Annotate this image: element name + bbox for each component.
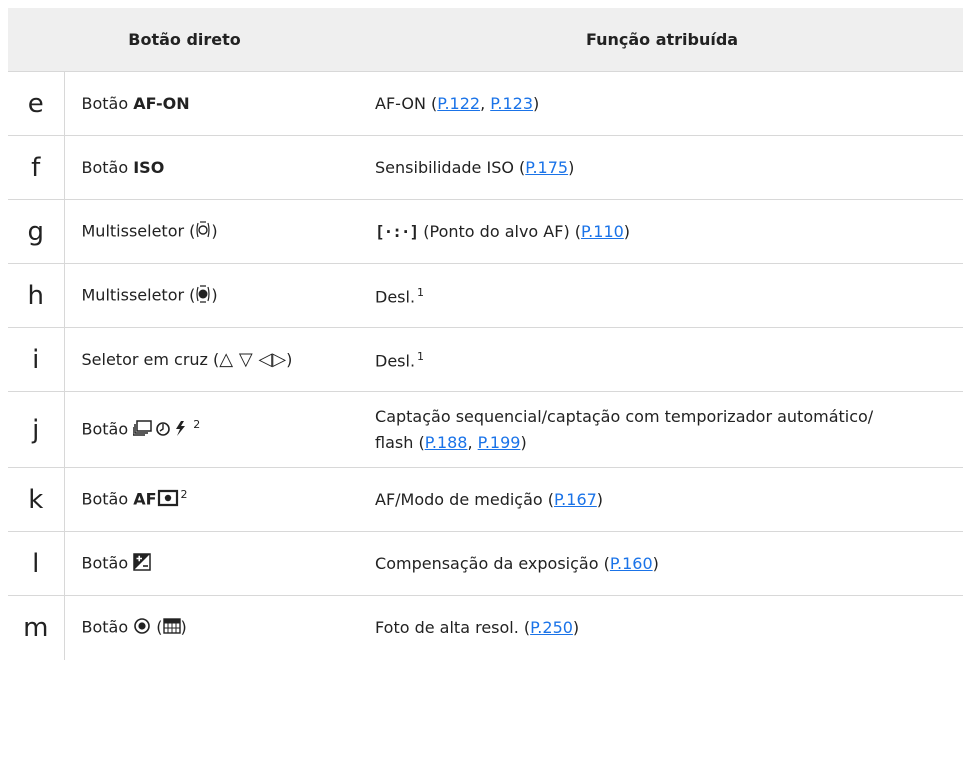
row-letter: h xyxy=(8,263,65,328)
footnote-marker: 1 xyxy=(417,286,425,300)
page-link[interactable]: P.188 xyxy=(425,433,468,452)
table-row: l Botão Compensação da exposição (P.160) xyxy=(8,531,964,596)
button-label-suffix: ) xyxy=(286,350,293,369)
button-label: Botão xyxy=(81,617,134,637)
close-paren: ) xyxy=(533,93,540,113)
page-link[interactable]: P.250 xyxy=(530,618,573,637)
page-link[interactable]: P.122 xyxy=(437,94,480,113)
exposure-compensation-icon xyxy=(133,552,151,575)
button-cell: Botão AF 2 xyxy=(64,467,362,532)
table-row: g Multisseletor () [·:·] (Ponto do alvo … xyxy=(8,199,964,264)
table-header-row: Botão direto Função atribuída xyxy=(8,8,964,72)
high-res-icon xyxy=(133,617,151,639)
button-label: Multisseletor ( xyxy=(81,221,196,240)
function-cell: Foto de alta resol. (P.250) xyxy=(361,596,963,660)
footnote-marker: 1 xyxy=(417,350,425,364)
button-label-suffix: ) xyxy=(211,221,218,240)
function-text: Desl. xyxy=(375,351,416,371)
table-row: i Seletor em cruz (△ ▽ ◁▷) Desl. 1 xyxy=(8,327,964,392)
button-label-suffix: ) xyxy=(211,285,218,304)
footnote-marker: 2 xyxy=(193,417,201,431)
button-label: Seletor em cruz ( xyxy=(81,350,220,369)
metering-icon xyxy=(157,489,179,511)
drive-selftimer-flash-icon xyxy=(132,418,191,442)
button-label: Botão xyxy=(81,489,134,509)
row-letter: f xyxy=(8,135,65,200)
table-row: f Botão ISO Sensibilidade ISO (P.175) xyxy=(8,135,964,200)
button-name: ISO xyxy=(133,158,165,177)
function-cell: Desl. 1 xyxy=(361,327,964,392)
page-link[interactable]: P.123 xyxy=(490,94,533,113)
button-cell: Multisseletor () xyxy=(64,263,362,328)
grid-icon xyxy=(162,618,181,638)
close-paren: ) xyxy=(568,157,575,177)
close-paren: ) xyxy=(596,489,604,509)
close-paren: ) xyxy=(572,617,580,637)
row-letter: l xyxy=(8,531,65,596)
button-cell: Botão () xyxy=(64,596,361,660)
af-target-icon: [·:·] xyxy=(375,221,419,241)
button-label: Multisseletor ( xyxy=(81,285,196,304)
row-letter: i xyxy=(8,327,65,392)
function-text: (Ponto do alvo AF) ( xyxy=(418,221,582,241)
function-text: AF-ON ( xyxy=(375,93,438,113)
function-text: Desl. xyxy=(375,287,416,307)
header-assigned-function: Função atribuída xyxy=(361,8,964,72)
table-row: h Multisseletor () Desl. 1 xyxy=(8,263,964,328)
page-link[interactable]: P.110 xyxy=(581,222,624,241)
button-label: Botão xyxy=(81,419,134,438)
button-name: AF xyxy=(133,489,157,509)
function-cell: Desl. 1 xyxy=(361,263,964,328)
close-paren: ) xyxy=(520,432,527,452)
multiselector-press-icon xyxy=(195,284,211,308)
function-cell: [·:·] (Ponto do alvo AF) (P.110) xyxy=(361,199,964,264)
function-text: Foto de alta resol. ( xyxy=(375,617,531,637)
button-label: Botão xyxy=(81,553,134,572)
button-function-table: Botão direto Função atribuída e Botão AF… xyxy=(8,8,964,660)
button-label: Botão xyxy=(81,158,134,177)
header-direct-button: Botão direto xyxy=(8,8,362,72)
row-letter: k xyxy=(8,467,65,532)
button-cell: Botão AF-ON xyxy=(64,71,362,136)
separator: , xyxy=(467,432,478,452)
table-row: e Botão AF-ON AF-ON (P.122, P.123) xyxy=(8,71,964,136)
function-text: Sensibilidade ISO ( xyxy=(375,157,526,177)
button-label: Botão xyxy=(81,94,134,113)
footnote-marker: 2 xyxy=(180,488,188,502)
function-text-cont: flash ( xyxy=(375,432,425,452)
function-text: Compensação da exposição ( xyxy=(375,553,610,573)
function-text: Captação sequencial/captação com tempori… xyxy=(375,406,874,426)
separator: , xyxy=(480,93,491,113)
close-paren: ) xyxy=(652,553,659,573)
function-cell: Compensação da exposição (P.160) xyxy=(361,531,964,596)
function-cell: Sensibilidade ISO (P.175) xyxy=(361,135,964,200)
row-letter: e xyxy=(8,71,65,136)
page-link[interactable]: P.199 xyxy=(478,433,521,452)
button-name: AF-ON xyxy=(133,94,190,113)
button-cell: Seletor em cruz (△ ▽ ◁▷) xyxy=(64,327,362,392)
table-row: m Botão () Foto de alta resol. (P.250) xyxy=(8,595,963,660)
function-cell: AF/Modo de medição (P.167) xyxy=(361,467,964,532)
function-text: AF/Modo de medição ( xyxy=(375,489,555,509)
table-row: j Botão 2 Captação sequencial/captação c… xyxy=(8,391,964,468)
button-cell: Botão xyxy=(64,531,362,596)
cross-arrows-icon: △ ▽ ◁▷ xyxy=(219,349,287,370)
multiselector-tilt-icon xyxy=(195,220,211,244)
button-cell: Multisseletor () xyxy=(64,199,362,264)
function-cell: Captação sequencial/captação com tempori… xyxy=(361,391,964,468)
page-link[interactable]: P.175 xyxy=(525,158,568,177)
function-cell: AF-ON (P.122, P.123) xyxy=(361,71,964,136)
button-cell: Botão 2 xyxy=(64,391,362,468)
button-cell: Botão ISO xyxy=(64,135,362,200)
table-row: k Botão AF 2 AF/Modo de medição (P.167) xyxy=(8,467,964,532)
row-letter: m xyxy=(8,595,65,660)
row-letter: j xyxy=(8,391,65,468)
page-link[interactable]: P.160 xyxy=(610,554,653,573)
row-letter: g xyxy=(8,199,65,264)
close-paren: ) xyxy=(623,221,631,241)
page-link[interactable]: P.167 xyxy=(554,490,597,509)
